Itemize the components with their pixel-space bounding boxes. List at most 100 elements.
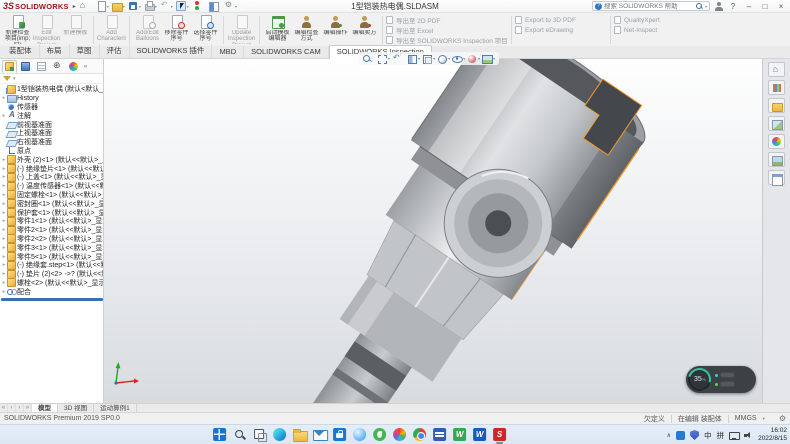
ribbon-menu-item[interactable]: Export to 3D PDF <box>515 16 607 24</box>
file-explorer-icon[interactable] <box>292 427 307 442</box>
select-icon[interactable]: ▾ <box>176 1 189 12</box>
view-palette-icon[interactable] <box>768 116 785 131</box>
tree-item[interactable]: ▸ 零件1<1> (默认<<默认>_显示状态 <box>1 217 103 226</box>
design-library-icon[interactable] <box>768 80 785 95</box>
zoom-fit-icon[interactable]: ▾ <box>362 54 375 64</box>
search-dropdown-icon[interactable]: ▾ <box>705 4 707 9</box>
xpert-tools-icon[interactable]: ▾ <box>192 1 205 12</box>
security-shield-icon[interactable] <box>690 430 699 440</box>
dropdown-arrow-icon[interactable]: ▾ <box>448 56 450 61</box>
wps-icon[interactable] <box>452 427 467 442</box>
tab-scroll-left-icon[interactable]: ‹ <box>8 404 16 412</box>
tab-scroll-right-icon[interactable]: › <box>16 404 24 412</box>
ribbon-tab[interactable]: SOLIDWORKS 插件 <box>130 44 213 58</box>
tree-item[interactable]: ▸ History <box>1 94 103 103</box>
zoom-area-icon[interactable]: ▾ <box>377 54 390 64</box>
3d-model[interactable] <box>104 59 762 403</box>
print-icon[interactable]: ▾ <box>144 1 157 12</box>
tree-item[interactable]: ▸ 零件2<1> (默认<<默认>_显示状态 <box>1 226 103 235</box>
status-options-icon[interactable]: ⚙ <box>779 414 786 423</box>
network-icon[interactable] <box>729 431 739 440</box>
file-explorer-icon[interactable] <box>768 98 785 113</box>
view-tab[interactable]: 运动算例1 <box>94 404 137 412</box>
options-icon[interactable]: ▾ <box>224 1 237 12</box>
volume-icon[interactable] <box>744 431 753 440</box>
ribbon-button[interactable]: 编辑检查方式 <box>292 14 321 46</box>
view-tab[interactable]: 模型 <box>32 404 58 412</box>
tree-item[interactable]: ▸ 螺栓<2> (默认<<默认>_显示状态 <box>1 279 103 288</box>
tree-item[interactable]: ▸ 零件5<1> (默认<<默认>_显示状态 <box>1 252 103 261</box>
ribbon-button[interactable]: Add/Edit Balloons <box>133 14 162 46</box>
tree-item[interactable]: ▸ 前视基准面 <box>1 120 103 129</box>
dropdown-arrow-icon[interactable]: ▾ <box>235 4 237 9</box>
configuration-manager-tab[interactable] <box>34 60 49 73</box>
tree-item[interactable]: ▸ 零件3<1> (默认<<默认>_显示状态 <box>1 243 103 252</box>
tree-item[interactable]: ▸ 零件2<2> (默认<<默认>_显示状态 <box>1 235 103 244</box>
tree-item[interactable]: ▸ 注解 <box>1 111 103 120</box>
dropdown-arrow-icon[interactable]: ▾ <box>433 56 435 61</box>
ribbon-menu-item[interactable]: 导出至 Excel <box>386 26 508 34</box>
units-selector[interactable]: MMGS <box>735 415 757 422</box>
panel-collapse-icon[interactable]: « <box>84 64 87 70</box>
apply-scene-icon[interactable]: ▾ <box>482 54 495 64</box>
graphics-area[interactable]: 35% <box>104 59 762 403</box>
tree-item[interactable]: ▸ 外壳 (2)<1> (默认<<默认>_显示状态 <box>1 155 103 164</box>
hide-show-items-icon[interactable]: ▾ <box>452 54 465 64</box>
ribbon-menu-item[interactable]: Export eDrawing <box>515 26 607 34</box>
ime-language-indicator[interactable]: 中 <box>704 430 712 441</box>
previous-view-icon[interactable]: ▾ <box>392 54 405 64</box>
ribbon-tab[interactable]: SOLIDWORKS CAM <box>244 46 329 58</box>
start-icon[interactable] <box>212 427 227 442</box>
ribbon-tab[interactable]: 草图 <box>70 44 100 58</box>
tree-item[interactable]: ▸ (-) 温度传感器<1> (默认<<默认>_显 <box>1 182 103 191</box>
ribbon-tab[interactable]: 装配体 <box>2 44 40 58</box>
ribbon-menu-item[interactable]: 导出至 2D PDF <box>386 16 508 24</box>
rollback-bar[interactable] <box>1 298 103 301</box>
app-green-icon[interactable] <box>372 427 387 442</box>
ribbon-button[interactable]: 编辑卖方 <box>350 14 379 46</box>
tree-item[interactable]: ▸ 原点 <box>1 147 103 156</box>
dropdown-arrow-icon[interactable]: ▾ <box>155 4 157 9</box>
app-blue-icon[interactable] <box>352 427 367 442</box>
task-view-icon[interactable] <box>252 427 267 442</box>
mail-icon[interactable] <box>312 427 327 442</box>
undo-icon[interactable]: ▾ <box>160 1 173 12</box>
home-icon[interactable] <box>768 62 785 77</box>
solidworks-icon[interactable] <box>492 427 507 442</box>
property-manager-tab[interactable] <box>18 60 33 73</box>
word-icon[interactable] <box>472 427 487 442</box>
tree-item[interactable]: ▸ 右视基准面 <box>1 138 103 147</box>
dropdown-arrow-icon[interactable]: ▾ <box>493 56 495 61</box>
ribbon-tab[interactable]: 评估 <box>100 44 130 58</box>
app-book-icon[interactable] <box>432 427 447 442</box>
hud-control[interactable] <box>720 381 735 387</box>
dropdown-arrow-icon[interactable]: ▾ <box>123 4 125 9</box>
ribbon-tab[interactable]: MBD <box>212 46 244 58</box>
minimize-button[interactable]: – <box>743 2 755 11</box>
display-pane-icon[interactable]: ▾ <box>208 1 221 12</box>
feature-manager-tab[interactable] <box>2 60 17 73</box>
filter-dropdown-icon[interactable]: ▾ <box>13 76 16 82</box>
ribbon-button[interactable]: 选择零件序号 <box>191 14 220 46</box>
tree-root[interactable]: ▸ 1型铠装热电偶 (默认<默认_显示状态-1> <box>1 85 103 94</box>
zoom-hud[interactable]: 35% <box>686 366 756 393</box>
tree-item[interactable]: ▸ 上视基准面 <box>1 129 103 138</box>
ribbon-button[interactable]: 移除零件序号 <box>162 14 191 46</box>
tray-expand-icon[interactable]: ∧ <box>667 432 671 439</box>
save-icon[interactable]: ▾ <box>128 1 141 12</box>
dropdown-arrow-icon[interactable]: ▾ <box>463 56 465 61</box>
ime-mode-indicator[interactable]: 拼 <box>717 430 725 441</box>
chrome-icon[interactable] <box>412 427 427 442</box>
tree-filter[interactable]: ▾ <box>0 74 103 84</box>
edge-icon[interactable] <box>272 427 287 442</box>
tree-item[interactable]: ▸ (-) 上盖<1> (默认<<默认>_显示状态 <box>1 173 103 182</box>
dimxpert-manager-tab[interactable] <box>50 60 65 73</box>
section-view-icon[interactable]: ▾ <box>407 54 420 64</box>
units-dropdown-icon[interactable]: ▾ <box>763 416 765 422</box>
dropdown-arrow-icon[interactable]: ▾ <box>107 4 109 9</box>
tray-app-icon[interactable] <box>676 431 685 440</box>
custom-properties-icon[interactable] <box>768 170 785 185</box>
display-style-icon[interactable]: ▾ <box>437 54 450 64</box>
dropdown-arrow-icon[interactable]: ▾ <box>139 4 141 9</box>
scenes-icon[interactable] <box>768 152 785 167</box>
